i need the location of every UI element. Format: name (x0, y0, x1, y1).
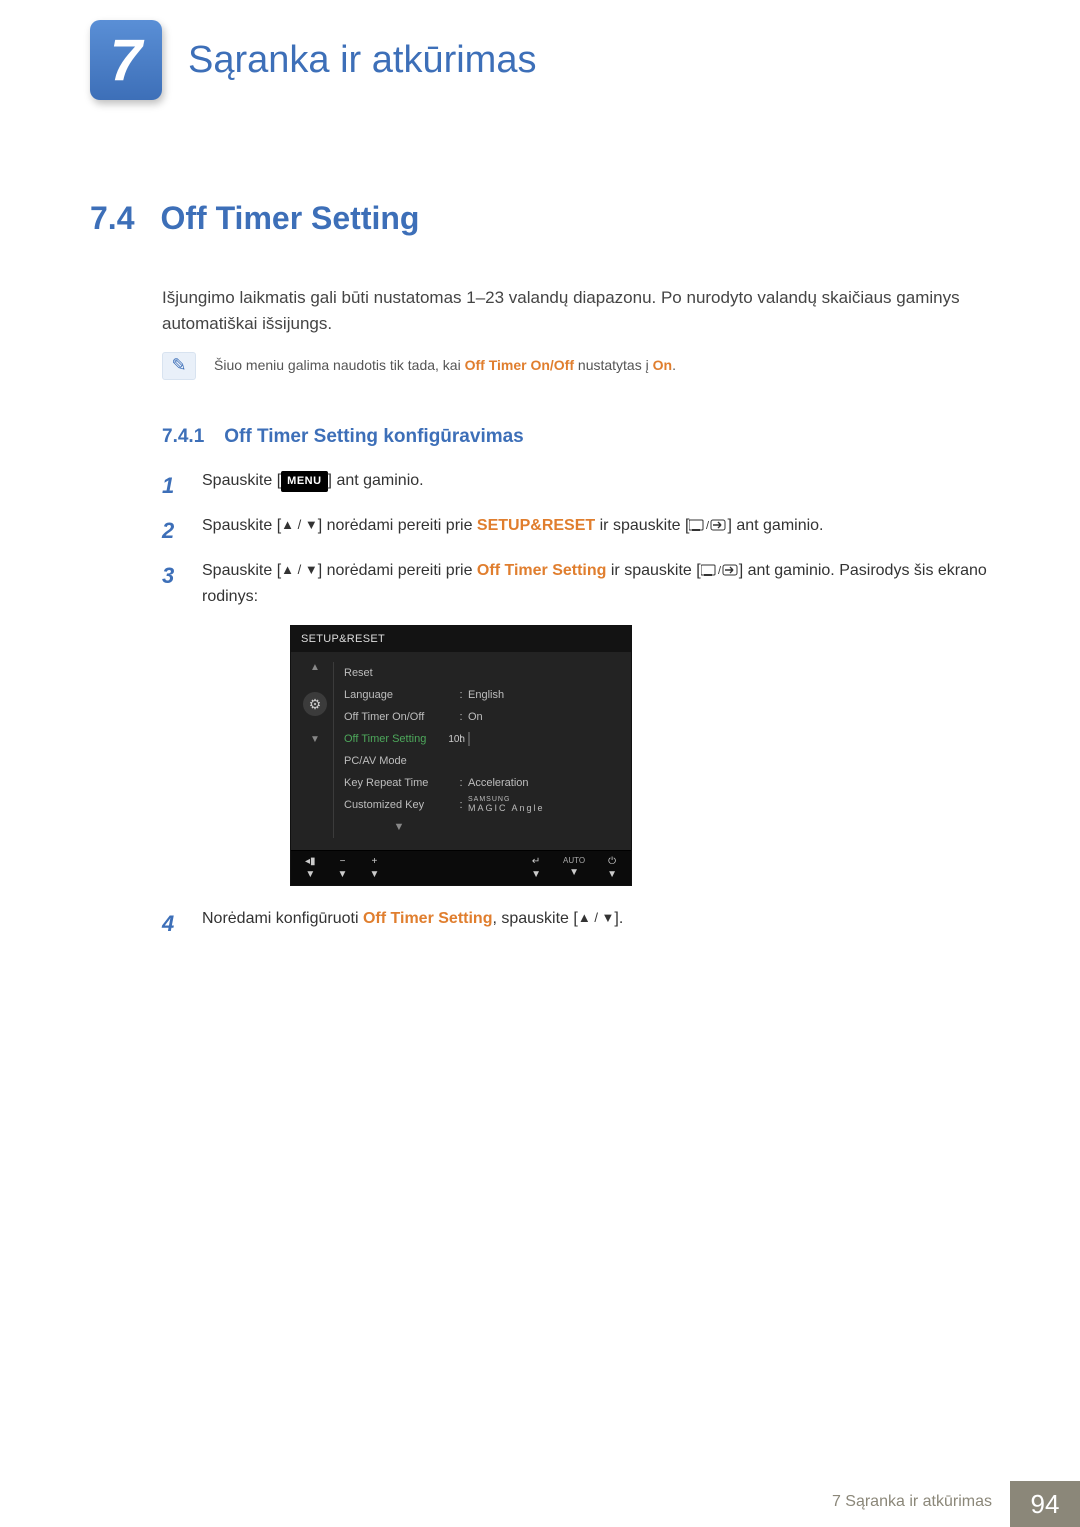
page-header: 7 Sąranka ir atkūrimas (0, 0, 1080, 100)
osd-menu-list: Reset Language:English Off Timer On/Off:… (333, 662, 623, 838)
section-number: 7.4 (90, 200, 134, 237)
content-area: 7.4 Off Timer Setting Išjungimo laikmati… (0, 100, 1080, 941)
down-triangle-icon: ▼ (310, 734, 320, 746)
steps-list: 1 Spauskite [MENU] ant gaminio. 2 Spausk… (162, 468, 990, 610)
source-enter-icon: / (689, 518, 727, 532)
up-down-icon: ▲ / ▼ (281, 562, 318, 577)
note-text: Šiuo meniu galima naudotis tik tada, kai… (214, 352, 676, 376)
up-down-icon: ▲ / ▼ (578, 910, 615, 925)
subsection-heading: 7.4.1 Off Timer Setting konfigūravimas (162, 426, 990, 448)
intro-text: Išjungimo laikmatis gali būti nustatomas… (162, 285, 990, 338)
note-block: ✎ Šiuo meniu galima naudotis tik tada, k… (162, 352, 990, 380)
chapter-badge: 7 (90, 20, 162, 100)
osd-slider: 10h (468, 732, 470, 746)
osd-btn-minus: −▼ (338, 856, 348, 880)
list-item: 4 Norėdami konfigūruoti Off Timer Settin… (162, 906, 990, 941)
list-item: 3 Spauskite [▲ / ▼] norėdami pereiti pri… (162, 558, 990, 609)
section-title: Off Timer Setting (160, 200, 419, 237)
up-triangle-icon: ▲ (310, 662, 320, 674)
section-heading: 7.4 Off Timer Setting (90, 200, 990, 237)
source-enter-icon: / (701, 563, 739, 577)
up-down-icon: ▲ / ▼ (281, 517, 318, 532)
chapter-number: 7 (110, 27, 142, 94)
osd-btn-power: ⏻▼ (607, 856, 617, 880)
osd-btn-back: ◂▮▼ (305, 856, 316, 880)
osd-screenshot: SETUP&RESET ▲ ⚙ ▼ Reset Language:English… (290, 625, 990, 886)
osd-slider-value: 10h (448, 734, 465, 745)
menu-chip: MENU (281, 471, 327, 493)
osd-row-keyrepeat: Key Repeat Time:Acceleration (338, 772, 623, 794)
page-footer: 7 Sąranka ir atkūrimas 94 (832, 1481, 1080, 1527)
osd-row-customkey: Customized Key: SAMSUNG MAGIC Angle (338, 794, 623, 816)
osd-title: SETUP&RESET (291, 626, 631, 652)
osd-btn-auto: AUTO▼ (563, 856, 585, 880)
subsection-title: Off Timer Setting konfigūravimas (224, 426, 523, 448)
list-item: 1 Spauskite [MENU] ant gaminio. (162, 468, 990, 503)
osd-window: SETUP&RESET ▲ ⚙ ▼ Reset Language:English… (290, 625, 632, 886)
gear-icon: ⚙ (303, 692, 327, 716)
osd-row-reset: Reset (338, 662, 623, 684)
osd-footer-bar: ◂▮▼ −▼ +▼ ↵▼ AUTO▼ ⏻▼ (291, 850, 631, 885)
svg-text:/: / (706, 520, 710, 532)
list-item: 2 Spauskite [▲ / ▼] norėdami pereiti pri… (162, 513, 990, 548)
subsection-number: 7.4.1 (162, 426, 204, 448)
chapter-title: Sąranka ir atkūrimas (188, 39, 536, 82)
osd-row-offtimer-setting: Off Timer Setting: 10h (338, 728, 623, 750)
footer-page-number: 94 (1010, 1481, 1080, 1527)
osd-btn-enter: ↵▼ (531, 856, 541, 880)
osd-row-pcav: PC/AV Mode (338, 750, 623, 772)
down-triangle-icon: ▼ (338, 821, 454, 833)
osd-row-offtimer-onoff: Off Timer On/Off:On (338, 706, 623, 728)
svg-text:/: / (718, 565, 722, 577)
osd-btn-plus: +▼ (369, 856, 379, 880)
osd-row-language: Language:English (338, 684, 623, 706)
footer-text: 7 Sąranka ir atkūrimas (832, 1481, 1010, 1527)
steps-list-continued: 4 Norėdami konfigūruoti Off Timer Settin… (162, 906, 990, 941)
note-icon: ✎ (162, 352, 196, 380)
